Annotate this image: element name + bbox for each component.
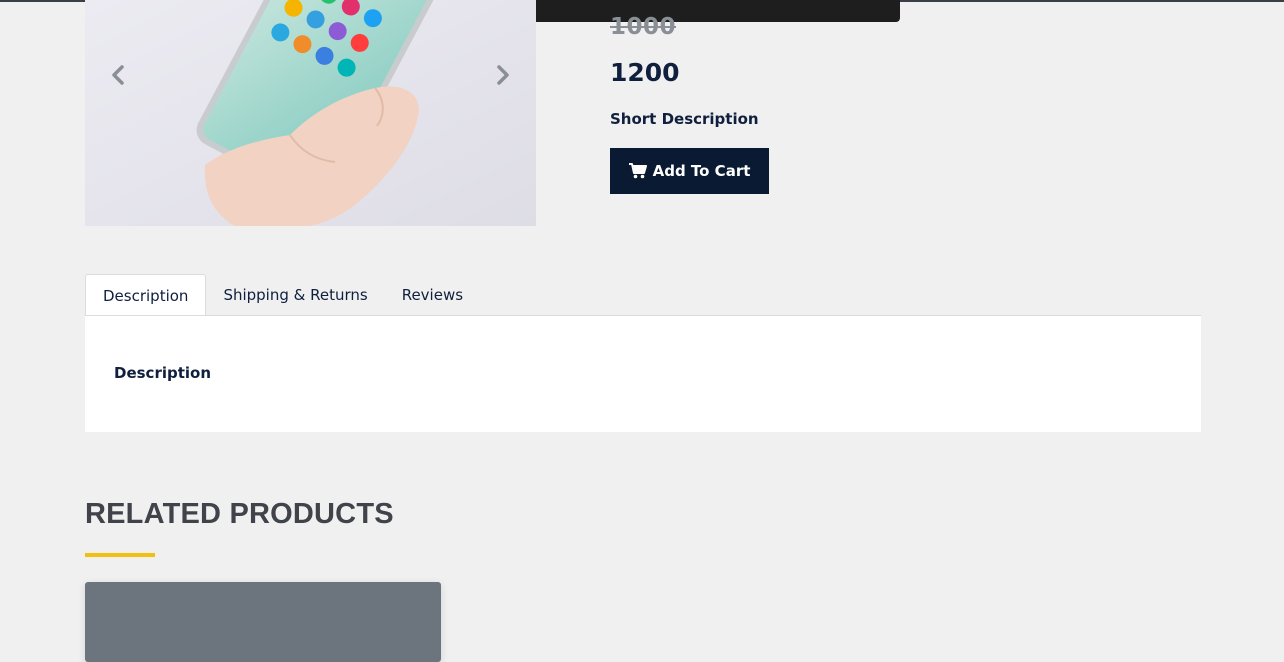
product-tabs: Description Shipping & Returns Reviews — [85, 274, 480, 316]
description-heading: Description — [114, 364, 212, 382]
tab-reviews[interactable]: Reviews — [385, 274, 480, 315]
short-description-label: Short Description — [610, 110, 759, 128]
product-image-carousel[interactable] — [85, 0, 536, 226]
related-products-title: RELATED PRODUCTS — [85, 498, 394, 530]
tab-shipping-returns[interactable]: Shipping & Returns — [206, 274, 384, 315]
current-price: 1200 — [610, 58, 680, 87]
old-price: 1000 — [610, 14, 677, 40]
chevron-right-icon[interactable] — [489, 62, 515, 88]
tab-description[interactable]: Description — [85, 274, 207, 316]
tab-panel: Description — [85, 315, 1201, 432]
cart-icon — [628, 163, 647, 179]
title-underline — [85, 553, 155, 557]
chevron-left-icon[interactable] — [106, 62, 132, 88]
related-product-card[interactable] — [85, 582, 441, 662]
add-to-cart-label: Add To Cart — [652, 162, 751, 180]
add-to-cart-button[interactable]: Add To Cart — [610, 148, 769, 194]
product-image — [85, 0, 536, 226]
